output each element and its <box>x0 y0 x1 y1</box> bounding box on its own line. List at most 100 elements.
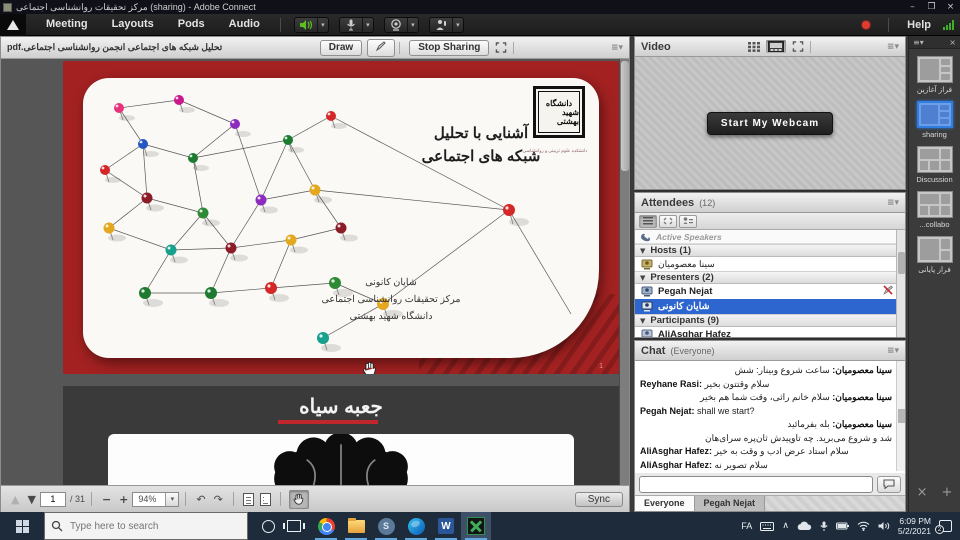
previous-page-button[interactable]: ▲ <box>11 493 19 506</box>
participants-group-header[interactable]: ▼ Participants (9) <box>635 314 905 327</box>
attendee-row-presenter2-selected[interactable]: شایان کانونی <box>635 299 905 314</box>
taskbar-search[interactable] <box>44 512 248 540</box>
zoom-in-button[interactable]: + <box>119 493 128 506</box>
pointer-tool-button[interactable] <box>367 39 395 57</box>
status-dropdown[interactable]: ▾ <box>452 18 463 32</box>
layout-item-collaboration[interactable]: collabo... <box>909 191 960 229</box>
collapse-icon[interactable]: ▼ <box>640 247 645 255</box>
layout-item-closing[interactable]: فراز پایانی <box>909 236 960 274</box>
attendee-row-presenter1[interactable]: Pegah Nejat <box>635 284 905 299</box>
fullscreen-icon[interactable] <box>493 41 509 54</box>
attendee-row-participant1[interactable]: AliAsghar Hafez <box>635 327 905 338</box>
layout-item-sharing[interactable]: sharing <box>909 101 960 139</box>
cortana-icon[interactable] <box>262 520 275 533</box>
chat-messages[interactable]: سینا معصومیان: ساعت شروع وبینار: شش Reyh… <box>635 361 897 471</box>
maximize-button[interactable]: ❐ <box>922 1 941 14</box>
menu-help[interactable]: Help <box>907 19 931 31</box>
document-scrollbar[interactable] <box>619 59 629 485</box>
task-view-icon[interactable] <box>287 520 301 532</box>
fit-page-button[interactable] <box>243 493 254 506</box>
layout-thumbnail[interactable] <box>917 146 953 173</box>
pod-menu-icon[interactable]: ≡▾ <box>887 346 899 356</box>
start-webcam-button[interactable]: Start My Webcam <box>707 112 833 135</box>
scrollbar-thumb[interactable] <box>621 61 629 171</box>
list-view-button[interactable] <box>639 215 657 228</box>
hosts-group-header[interactable]: ▼ Hosts (1) <box>635 244 905 257</box>
document-viewport[interactable]: آشنایی با تحلیل شبکه های اجتماعی دانشگاه… <box>1 59 629 485</box>
menu-audio[interactable]: Audio <box>217 14 272 35</box>
menu-pods[interactable]: Pods <box>166 14 217 35</box>
page-number-input[interactable] <box>40 492 66 507</box>
fullscreen-icon[interactable] <box>790 40 806 53</box>
menu-layouts[interactable]: Layouts <box>100 14 166 35</box>
taskbar-app-word[interactable]: W <box>431 512 461 540</box>
sidebar-close-icon[interactable]: × <box>949 38 956 47</box>
webcam-button[interactable]: ▾ <box>384 17 419 33</box>
collapse-icon[interactable]: ▼ <box>640 317 645 325</box>
microphone-button[interactable]: ▾ <box>339 17 374 33</box>
sidebar-menu-icon[interactable]: ≡▾ <box>913 38 924 47</box>
taskbar-app-skype[interactable]: S <box>371 512 401 540</box>
pod-menu-icon[interactable]: ≡▾ <box>887 198 899 208</box>
attendee-row-host[interactable]: سینا معصومیان <box>635 257 905 271</box>
wifi-icon[interactable] <box>857 521 870 531</box>
layout-item-opening[interactable]: فراز آغازین <box>909 56 960 94</box>
connection-signal-icon[interactable] <box>943 20 954 30</box>
layout-thumbnail-selected[interactable] <box>917 101 953 128</box>
layout-thumbnail[interactable] <box>917 191 953 218</box>
draw-button[interactable]: Draw <box>320 40 362 56</box>
start-button[interactable] <box>0 512 44 540</box>
keyboard-icon[interactable] <box>760 522 774 531</box>
status-view-button[interactable] <box>679 215 697 228</box>
next-page-button[interactable]: ▼ <box>27 493 35 506</box>
speaker-dropdown[interactable]: ▾ <box>317 18 328 32</box>
add-layout-icon[interactable]: + <box>942 485 953 500</box>
pod-menu-icon[interactable]: ≡▾ <box>887 42 899 52</box>
taskbar-app-edge[interactable] <box>401 512 431 540</box>
send-message-button[interactable] <box>877 476 901 493</box>
scrollbar-thumb[interactable] <box>898 252 905 274</box>
taskbar-app-chrome[interactable] <box>311 512 341 540</box>
status-button[interactable]: ▾ <box>429 17 464 33</box>
search-input[interactable] <box>70 521 230 532</box>
battery-icon[interactable] <box>836 522 849 530</box>
microphone-dropdown[interactable]: ▾ <box>362 18 373 32</box>
chat-tab-pegah-nejat[interactable]: Pegah Nejat <box>695 496 766 512</box>
stop-sharing-button[interactable]: Stop Sharing <box>409 40 489 56</box>
close-button[interactable]: × <box>941 1 960 14</box>
zoom-level-select[interactable]: 94% ▾ <box>132 492 179 507</box>
pod-menu-icon[interactable]: ≡▾ <box>611 43 623 53</box>
layout-thumbnail[interactable] <box>917 236 953 263</box>
zoom-out-button[interactable]: − <box>102 493 111 506</box>
language-indicator[interactable]: FA <box>741 521 752 531</box>
onedrive-icon[interactable] <box>797 521 812 531</box>
breakout-view-button[interactable] <box>659 215 677 228</box>
collapse-icon[interactable]: ▼ <box>640 274 645 282</box>
zoom-dropdown-caret[interactable]: ▾ <box>165 493 178 506</box>
action-center-icon[interactable]: 2 <box>939 520 952 532</box>
layout-item-discussion[interactable]: Discussion <box>909 146 960 184</box>
attendees-scrollbar[interactable] <box>896 230 905 337</box>
taskbar-app-explorer[interactable] <box>341 512 371 540</box>
rotate-right-button[interactable]: ↷ <box>214 493 223 506</box>
hand-tool-button[interactable] <box>289 490 309 509</box>
hidden-icons-chevron[interactable]: ∧ <box>782 521 789 531</box>
taskbar-app-adobe-connect-active[interactable] <box>461 512 491 540</box>
menu-meeting[interactable]: Meeting <box>34 14 100 35</box>
sync-button[interactable]: Sync <box>575 492 623 507</box>
microphone-tray-icon[interactable] <box>820 521 828 532</box>
webcam-dropdown[interactable]: ▾ <box>407 18 418 32</box>
fit-width-button[interactable] <box>260 493 271 506</box>
taskbar-clock[interactable]: 6:09 PM 5/2/2021 <box>898 516 931 536</box>
presenters-group-header[interactable]: ▼ Presenters (2) <box>635 271 905 284</box>
filmstrip-view-icon[interactable] <box>766 40 786 53</box>
grid-view-icon[interactable] <box>746 40 762 53</box>
rotate-left-button[interactable]: ↶ <box>196 493 205 506</box>
layout-thumbnail[interactable] <box>917 56 953 83</box>
delete-layout-icon[interactable]: × <box>917 485 928 500</box>
scrollbar-thumb[interactable] <box>898 409 905 423</box>
chat-tab-everyone[interactable]: Everyone <box>635 496 695 512</box>
minimize-button[interactable]: – <box>903 1 922 14</box>
speaker-button[interactable]: ▾ <box>294 17 329 33</box>
chat-input[interactable] <box>639 476 873 493</box>
